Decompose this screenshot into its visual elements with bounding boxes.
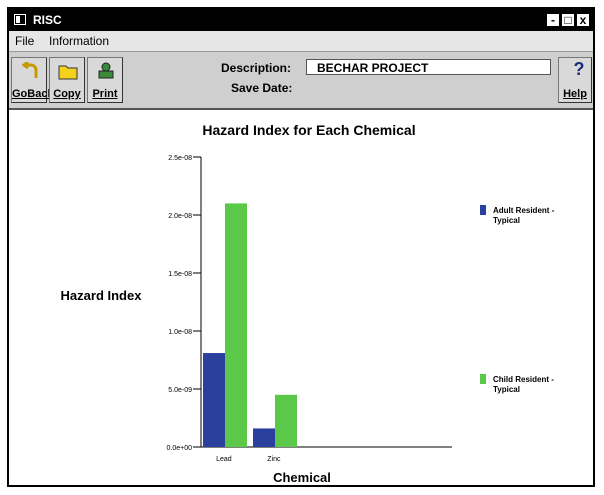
hazard-index-chart: Hazard Index for Each Chemical Hazard Ind… (61, 122, 555, 485)
app-window: RISC - □ x File Information GoBack Copy … (7, 7, 595, 487)
help-label: Help (563, 88, 587, 100)
title-bar: RISC - □ x (9, 9, 593, 31)
app-icon (14, 14, 26, 25)
y-tick-label: 2.5e-08 (168, 155, 192, 162)
bar-zinc-child (275, 394, 297, 447)
x-tick-label: Lead (216, 456, 232, 463)
legend-label: Child Resident -Typical (493, 375, 554, 394)
save-date-label: Save Date: (231, 81, 293, 95)
window-title: RISC (33, 13, 62, 27)
legend-swatch (480, 205, 486, 215)
x-axis-label: Chemical (273, 470, 331, 485)
y-axis-label: Hazard Index (61, 288, 143, 303)
print-label: Print (92, 88, 118, 100)
description-field[interactable]: BECHAR PROJECT (306, 59, 551, 75)
y-tick-label: 0.0e+00 (167, 445, 193, 452)
toolbar: GoBack Copy Print Description: BECHAR PR… (9, 52, 593, 110)
menu-bar: File Information (9, 31, 593, 52)
copy-label: Copy (53, 88, 81, 100)
description-label: Description: (221, 61, 292, 75)
print-button[interactable]: Print (87, 57, 123, 103)
help-button[interactable]: ? Help (558, 57, 592, 103)
copy-button[interactable]: Copy (49, 57, 85, 103)
restore-button[interactable]: □ (561, 13, 575, 27)
goback-button[interactable]: GoBack (11, 57, 54, 103)
back-arrow-icon (20, 60, 40, 80)
folder-icon (58, 62, 78, 80)
menu-information[interactable]: Information (49, 34, 109, 48)
bar-lead-child (225, 203, 247, 447)
minimize-button[interactable]: - (546, 13, 560, 27)
chart-title: Hazard Index for Each Chemical (202, 122, 415, 138)
menu-file[interactable]: File (15, 34, 34, 48)
y-tick-label: 1.5e-08 (168, 271, 192, 278)
y-tick-label: 1.0e-08 (168, 329, 192, 336)
bar-zinc-adult (253, 428, 275, 447)
goback-label: GoBack (12, 88, 54, 100)
y-tick-label: 5.0e-09 (168, 387, 192, 394)
x-tick-label: Zinc (267, 456, 281, 463)
bar-lead-adult (203, 353, 225, 447)
legend-swatch (480, 374, 486, 384)
close-button[interactable]: x (576, 13, 590, 27)
y-tick-label: 2.0e-08 (168, 213, 192, 220)
question-icon: ? (573, 59, 585, 79)
printer-icon (96, 62, 116, 80)
legend-label: Adult Resident -Typical (493, 206, 555, 225)
chart-area: Hazard Index for Each Chemical Hazard Ind… (9, 110, 593, 485)
